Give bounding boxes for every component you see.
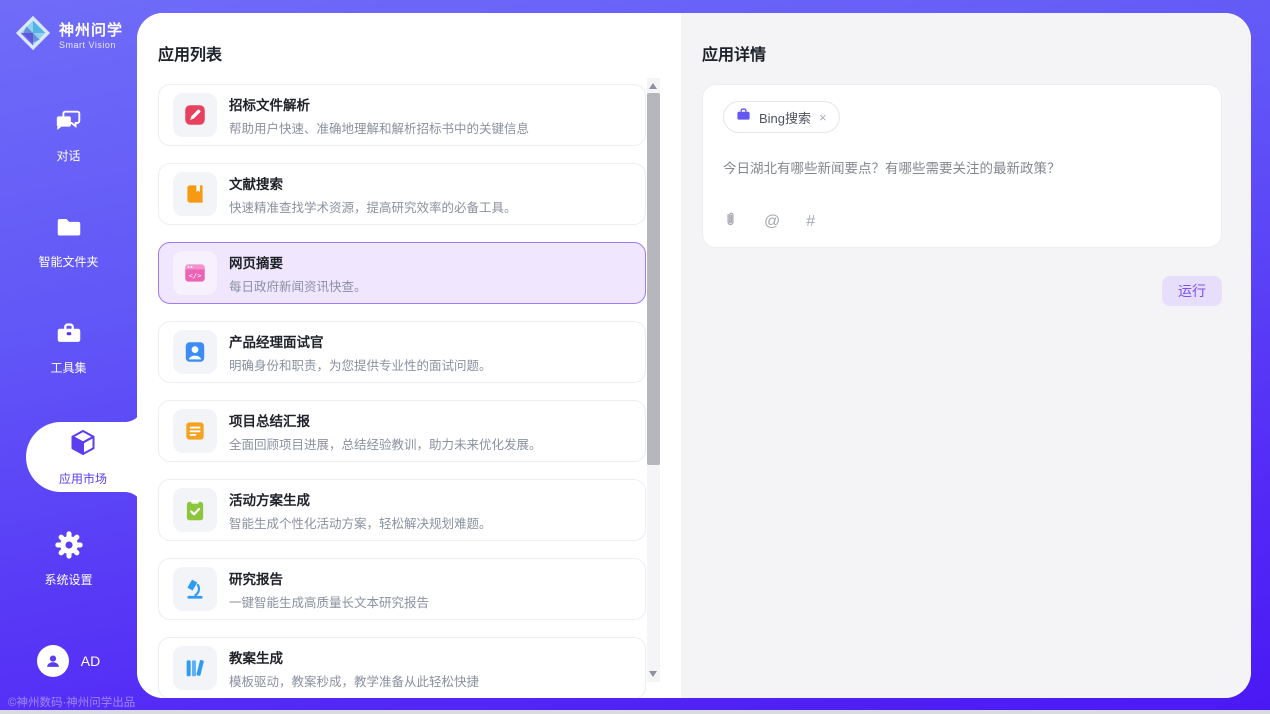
app-card-desc: 帮助用户快速、准确地理解和解析招标书中的关键信息 [229, 118, 529, 137]
brand-subtitle: Smart Vision [59, 40, 123, 50]
app-card[interactable]: 研究报告 一键智能生成高质量长文本研究报告 [158, 558, 646, 620]
content-panel: 应用列表 招标文件解析 帮助用户快速、准确地理解和解析招标书中的关键信息 文献搜… [137, 13, 1251, 698]
attach-toolbar: @ # [723, 211, 815, 233]
sidebar: 神州问学 Smart Vision 对话 智能文件夹 工具集 应用市场 系统设置… [0, 0, 137, 710]
app-detail-title: 应用详情 [702, 41, 1222, 65]
app-card[interactable]: 活动方案生成 智能生成个性化活动方案，轻松解决规划难题。 [158, 479, 646, 541]
app-card[interactable]: 项目总结汇报 全面回顾项目进展，总结经验教训，助力未来优化发展。 [158, 400, 646, 462]
copyright-footer: ©神州数码·神州问学出品 [8, 694, 135, 710]
diamond-logo-icon [14, 14, 52, 57]
brand-logo: 神州问学 Smart Vision [0, 0, 137, 57]
sidebar-nav: 对话 智能文件夹 工具集 应用市场 系统设置 [0, 104, 137, 634]
prompt-text-input[interactable]: 今日湖北有哪些新闻要点？有哪些需要关注的最新政策？ [723, 157, 1201, 177]
sidebar-item-label: 智能文件夹 [38, 253, 98, 270]
app-card-list: 招标文件解析 帮助用户快速、准确地理解和解析招标书中的关键信息 文献搜索 快速精… [158, 84, 646, 698]
sidebar-item-label: 对话 [56, 147, 80, 164]
chip-close-icon[interactable]: × [819, 111, 827, 124]
app-card-desc: 全面回顾项目进展，总结经验教训，助力未来优化发展。 [229, 434, 542, 453]
app-card[interactable]: 教案生成 模板驱动，教案秒成，教学准备从此轻松快捷 [158, 637, 646, 698]
clipboard-check-icon [173, 488, 217, 532]
app-card-desc: 智能生成个性化活动方案，轻松解决规划难题。 [229, 513, 492, 532]
briefcase-icon [736, 107, 751, 127]
app-card-title: 产品经理面试官 [229, 331, 492, 351]
prompt-card: Bing搜索 × 今日湖北有哪些新闻要点？有哪些需要关注的最新政策？ @ # [702, 84, 1222, 248]
report-note-icon [173, 409, 217, 453]
app-card-title: 文献搜索 [229, 173, 517, 193]
app-card-desc: 每日政府新闻资讯快查。 [229, 276, 367, 295]
microscope-icon [173, 567, 217, 611]
app-list-pane: 应用列表 招标文件解析 帮助用户快速、准确地理解和解析招标书中的关键信息 文献搜… [137, 13, 681, 698]
app-card-title: 教案生成 [229, 647, 479, 667]
toolbox-icon [54, 318, 84, 353]
hash-icon[interactable]: # [806, 213, 815, 231]
sidebar-item-app-market[interactable]: 应用市场 [26, 422, 140, 492]
app-card[interactable]: 产品经理面试官 明确身份和职责，为您提供专业性的面试问题。 [158, 321, 646, 383]
sidebar-item-settings[interactable]: 系统设置 [0, 528, 137, 590]
app-card-desc: 模板驱动，教案秒成，教学准备从此轻松快捷 [229, 671, 479, 690]
app-card-title: 活动方案生成 [229, 489, 492, 509]
svg-text:</>: </> [189, 271, 202, 280]
folder-icon [54, 212, 84, 247]
brand-text: 神州问学 Smart Vision [59, 22, 123, 50]
sidebar-item-label: 工具集 [50, 359, 86, 376]
scroll-up-arrow-icon[interactable] [649, 83, 657, 89]
bottom-edge-strip [0, 710, 1270, 714]
cube-icon [67, 427, 99, 464]
app-detail-pane: 应用详情 Bing搜索 × 今日湖北有哪些新闻要点？有哪些需要关注的最新政策？ [681, 13, 1251, 698]
interviewer-icon [173, 330, 217, 374]
tool-chip-label: Bing搜索 [759, 108, 811, 127]
bid-doc-icon [173, 93, 217, 137]
scroll-down-arrow-icon[interactable] [649, 671, 657, 677]
app-list-title: 应用列表 [158, 41, 660, 65]
app-card-title: 研究报告 [229, 568, 429, 588]
scrollbar-thumb[interactable] [647, 93, 660, 465]
app-card[interactable]: 招标文件解析 帮助用户快速、准确地理解和解析招标书中的关键信息 [158, 84, 646, 146]
chat-icon [54, 106, 84, 141]
run-row: 运行 [702, 276, 1222, 306]
app-card-title: 项目总结汇报 [229, 410, 542, 430]
attachment-icon[interactable] [723, 211, 738, 233]
brand-name: 神州问学 [59, 22, 123, 40]
tool-chip-bing-search[interactable]: Bing搜索 × [723, 101, 840, 133]
app-window: 神州问学 Smart Vision 对话 智能文件夹 工具集 应用市场 系统设置… [0, 0, 1270, 714]
user-avatar-icon[interactable] [37, 645, 69, 677]
user-initials: AD [81, 653, 100, 669]
sidebar-item-label: 系统设置 [44, 571, 92, 588]
app-card[interactable]: </> 网页摘要 每日政府新闻资讯快查。 [158, 242, 646, 304]
app-card-desc: 明确身份和职责，为您提供专业性的面试问题。 [229, 355, 492, 374]
mention-icon[interactable]: @ [764, 213, 780, 231]
webpage-icon: </> [173, 251, 217, 295]
sidebar-item-chat[interactable]: 对话 [0, 104, 137, 166]
sidebar-item-label: 应用市场 [59, 470, 107, 487]
app-card-desc: 一键智能生成高质量长文本研究报告 [229, 592, 429, 611]
list-scrollbar[interactable] [647, 78, 660, 682]
sidebar-item-folders[interactable]: 智能文件夹 [0, 210, 137, 272]
app-card-title: 网页摘要 [229, 252, 367, 272]
app-card-desc: 快速精准查找学术资源，提高研究效率的必备工具。 [229, 197, 517, 216]
app-card-title: 招标文件解析 [229, 94, 529, 114]
app-card[interactable]: 文献搜索 快速精准查找学术资源，提高研究效率的必备工具。 [158, 163, 646, 225]
user-row[interactable]: AD [0, 645, 137, 677]
sidebar-item-tools[interactable]: 工具集 [0, 316, 137, 378]
books-icon [173, 646, 217, 690]
book-icon [173, 172, 217, 216]
gear-icon [54, 530, 84, 565]
run-button[interactable]: 运行 [1162, 276, 1222, 306]
